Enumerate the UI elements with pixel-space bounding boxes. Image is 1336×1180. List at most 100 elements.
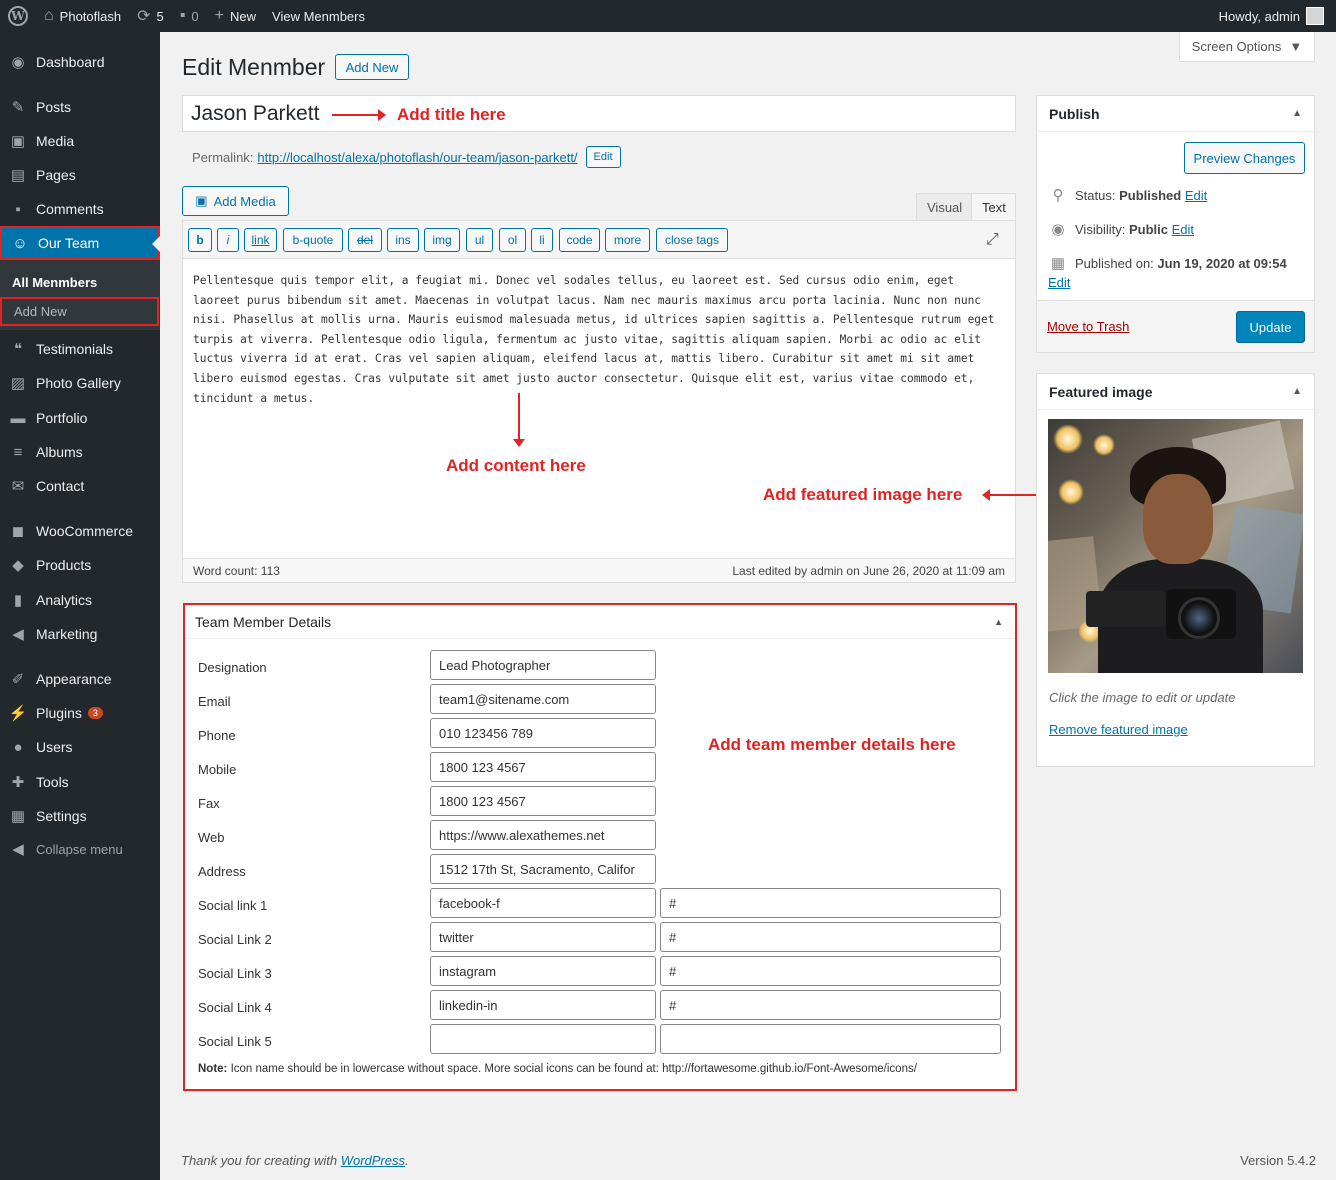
featured-image-thumbnail[interactable] [1048,419,1303,673]
brush-icon: ✐ [11,671,25,688]
site-name-link[interactable]: ⌂ Photoflash [36,0,129,32]
footer-thanks-suffix: . [405,1153,409,1168]
sidebar-item-our-team[interactable]: ☺ Our Team [0,226,160,260]
published-edit-link[interactable]: Edit [1048,275,1070,290]
sidebar-item-photo-gallery[interactable]: ▨ Photo Gallery [0,366,160,400]
qt-img-button[interactable]: img [424,228,460,252]
wordpress-link[interactable]: WordPress [341,1153,405,1168]
sidebar-item-analytics[interactable]: ▮ Analytics [0,583,160,617]
featured-image-header[interactable]: Featured image ▲ [1037,374,1314,410]
collapse-toggle-icon[interactable]: ▲ [994,617,1003,627]
sidebar-item-media[interactable]: ▣ Media [0,124,160,158]
sidebar-item-comments[interactable]: ▪ Comments [0,192,160,226]
add-media-button[interactable]: ▣ Add Media [182,186,289,216]
sidebar-item-woocommerce[interactable]: ◼ WooCommerce [0,514,160,548]
comments-link[interactable]: ▪ 0 [172,0,207,32]
portfolio-icon: ▬ [10,409,26,427]
image-detail [1143,474,1213,564]
team-icon: ☺ [12,234,28,252]
social-link-3-icon-field[interactable]: instagram [430,956,656,986]
preview-changes-button[interactable]: Preview Changes [1184,142,1305,174]
social-link-4-label: Social Link 4 [198,1000,272,1015]
editor-content[interactable]: Pellentesque quis tempor elit, a feugiat… [193,271,1007,408]
collapse-toggle-icon[interactable]: ▲ [1292,108,1302,119]
sidebar-item-contact[interactable]: ✉ Contact [0,469,160,503]
qt-link-button[interactable]: link [244,228,277,252]
qt-ol-button[interactable]: ol [499,228,526,252]
social-link-2-url-field[interactable]: # [660,922,1001,952]
qt-del-button[interactable]: del [348,228,382,252]
fax-field[interactable]: 1800 123 4567 [430,786,656,816]
designation-field[interactable]: Lead Photographer [430,650,656,680]
fullscreen-icon[interactable]: ⤢ [986,231,999,249]
address-field[interactable]: 1512 17th St, Sacramento, Califor [430,854,656,884]
sidebar-item-settings[interactable]: ▦ Settings [0,799,160,833]
sidebar-item-marketing[interactable]: ◀ Marketing [0,617,160,651]
sidebar-item-label: Contact [36,478,85,494]
phone-field[interactable]: 010 123456 789 [430,718,656,748]
new-content-link[interactable]: + New [207,0,264,32]
web-field[interactable]: https://www.alexathemes.net [430,820,656,850]
qt-li-button[interactable]: li [531,228,553,252]
collapse-menu-button[interactable]: ◀ Collapse menu [0,832,160,866]
sidebar-item-portfolio[interactable]: ▬ Portfolio [0,401,160,435]
sidebar-item-appearance[interactable]: ✐ Appearance [0,662,160,696]
qt-ul-button[interactable]: ul [466,228,493,252]
social-link-2-label: Social Link 2 [198,932,272,947]
team-member-details-box: Team Member Details ▲ Designation Lead P… [183,603,1017,1091]
permalink-link[interactable]: http://localhost/alexa/photoflash/our-te… [257,150,577,165]
tab-text[interactable]: Text [971,193,1016,221]
sidebar-item-dashboard[interactable]: ◉ Dashboard [0,45,160,79]
submenu-add-new[interactable]: Add New [0,297,159,326]
qt-code-button[interactable]: code [559,228,600,252]
sidebar-item-users[interactable]: ● Users [0,730,160,764]
status-edit-link[interactable]: Edit [1185,188,1207,203]
team-member-details-header[interactable]: Team Member Details ▲ [185,605,1015,639]
sidebar-item-plugins[interactable]: ⚡ Plugins 3 [0,696,160,730]
visibility-edit-link[interactable]: Edit [1172,222,1194,237]
social-link-5-url-field[interactable] [660,1024,1001,1054]
sidebar-item-posts[interactable]: ✎ Posts [0,90,160,124]
featured-image-title: Featured image [1049,383,1153,400]
qt-close-tags-button[interactable]: close tags [656,228,728,252]
move-to-trash-link[interactable]: Move to Trash [1047,319,1129,334]
sidebar-item-testimonials[interactable]: ❝ Testimonials [0,332,160,366]
post-title-input[interactable]: Jason Parkett [182,95,1016,132]
social-link-1-url-field[interactable]: # [660,888,1001,918]
social-link-5-icon-field[interactable] [430,1024,656,1054]
submenu-all-members[interactable]: All Menmbers [0,268,160,296]
mobile-field[interactable]: 1800 123 4567 [430,752,656,782]
view-members-link[interactable]: View Menmbers [264,0,373,32]
qt-blockquote-button[interactable]: b-quote [283,228,343,252]
sidebar-item-albums[interactable]: ≡ Albums [0,435,160,469]
sidebar-item-pages[interactable]: ▤ Pages [0,158,160,192]
sidebar-item-products[interactable]: ◆ Products [0,548,160,582]
social-link-4-icon-field[interactable]: linkedin-in [430,990,656,1020]
wordpress-logo[interactable]: W [0,0,36,32]
sidebar-item-tools[interactable]: ✚ Tools [0,765,160,799]
sidebar-item-label: Media [36,133,75,149]
publish-header[interactable]: Publish ▲ [1037,96,1314,132]
tab-visual[interactable]: Visual [916,193,974,221]
add-new-button[interactable]: Add New [335,54,409,80]
social-link-1-icon-field[interactable]: facebook-f [430,888,656,918]
qt-ins-button[interactable]: ins [387,228,419,252]
permalink-edit-button[interactable]: Edit [585,146,621,168]
update-button[interactable]: Update [1236,311,1305,343]
visibility-value: Public [1128,221,1168,237]
social-link-2-icon-field[interactable]: twitter [430,922,656,952]
screen-options-button[interactable]: Screen Options ▼ [1179,32,1315,62]
updates-link[interactable]: ⟳ 5 [129,0,172,32]
phone-label: Phone [198,728,236,743]
qt-more-button[interactable]: more [605,228,650,252]
email-field[interactable]: team1@sitename.com [430,684,656,714]
collapse-toggle-icon[interactable]: ▲ [1292,386,1302,397]
qt-bold-button[interactable]: b [188,228,212,252]
sidebar-item-label: Users [36,739,73,755]
qt-italic-button[interactable]: i [217,228,239,252]
social-link-3-url-field[interactable]: # [660,956,1001,986]
remove-featured-image-link[interactable]: Remove featured image [1049,722,1188,737]
social-link-3-label: Social Link 3 [198,966,272,981]
social-link-4-url-field[interactable]: # [660,990,1001,1020]
account-menu[interactable]: Howdy, admin [1219,7,1336,25]
